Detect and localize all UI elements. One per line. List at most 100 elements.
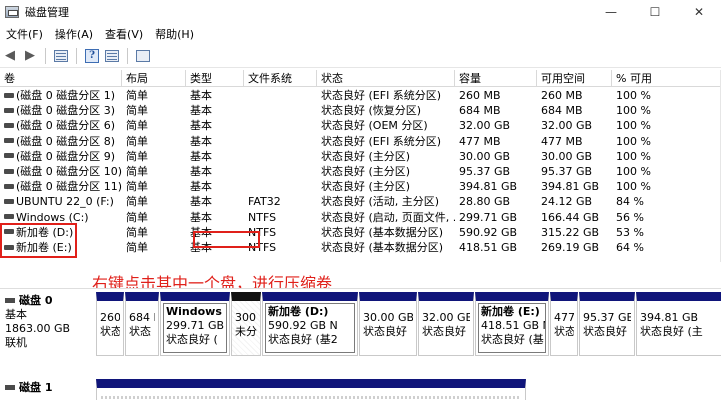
cell-layout: 简单 xyxy=(126,195,148,209)
menu-action[interactable]: 操作(A) xyxy=(49,26,99,42)
menu-help[interactable]: 帮助(H) xyxy=(149,26,200,42)
cell-filesystem xyxy=(244,164,317,179)
volume-drive-icon xyxy=(4,168,14,174)
disk-map-area: 磁盘 0 基本 1863.00 GB 联机 260 状态 684 I 状态 Window… xyxy=(0,288,721,400)
help-button[interactable]: ? xyxy=(82,47,102,65)
cell-volume-name: (磁盘 0 磁盘分区 10) xyxy=(0,164,122,179)
volume-name-text: (磁盘 0 磁盘分区 10) xyxy=(16,165,122,178)
back-arrow-icon: ◀ xyxy=(5,48,15,63)
volume-name-text: Windows (C:) xyxy=(16,210,89,224)
disk0-partition[interactable]: Windows（299.71 GB N状态良好 ( xyxy=(160,292,230,356)
disk0-partition[interactable]: 260 状态 xyxy=(96,292,124,356)
partition-content: 394.81 GB 状态良好 (主 xyxy=(640,305,721,352)
volume-row[interactable]: (磁盘 0 磁盘分区 10) 简单 基本 状态良好 (主分区) 95.37 GB 95.3… xyxy=(0,164,721,179)
disk0-label[interactable]: 磁盘 0 基本 1863.00 GB 联机 xyxy=(5,294,93,350)
partition-content: Windows（299.71 GB N状态良好 ( xyxy=(163,303,227,353)
disk0-partition[interactable]: 477 状态 xyxy=(550,292,578,356)
cell-volume-name: (磁盘 0 磁盘分区 3) xyxy=(0,103,122,118)
volume-name-text: (磁盘 0 磁盘分区 1) xyxy=(16,89,116,102)
column-type[interactable]: 类型 xyxy=(186,70,244,87)
forward-button[interactable]: ▶ xyxy=(20,47,40,65)
disk0-partition[interactable]: 394.81 GB 状态良好 (主 xyxy=(636,292,721,356)
settings-button[interactable] xyxy=(133,47,153,65)
cell-layout: 简单 xyxy=(126,149,148,163)
disk0-partition[interactable]: 684 I 状态 xyxy=(125,292,159,356)
cell-status: 状态良好 (EFI 系统分区) xyxy=(321,134,442,148)
cell-filesystem xyxy=(244,179,317,194)
cell-volume-name: (磁盘 0 磁盘分区 1) xyxy=(0,88,122,103)
cell-type: 基本 xyxy=(190,210,212,224)
column-free-space[interactable]: 可用空间 xyxy=(537,70,612,87)
volume-row[interactable]: (磁盘 0 磁盘分区 9) 简单 基本 状态良好 (主分区) 30.00 GB 30.00… xyxy=(0,149,721,164)
cell-volume-name: (磁盘 0 磁盘分区 6) xyxy=(0,118,122,133)
cell-filesystem xyxy=(244,118,317,133)
partition-size: 95.37 GB xyxy=(583,311,631,324)
volume-name-text: UBUNTU 22_0 (F:) xyxy=(16,195,114,209)
minimize-button[interactable]: — xyxy=(589,0,633,24)
cell-capacity: 30.00 GB xyxy=(459,149,511,163)
volume-row[interactable]: 新加卷 (D:) 简单 基本 NTFS 状态良好 (基本数据分区) 590.92 GB 31… xyxy=(0,225,721,240)
cell-layout: 简单 xyxy=(126,210,148,224)
column-percent-free[interactable]: % 可用 xyxy=(612,70,721,87)
menu-view[interactable]: 查看(V) xyxy=(99,26,149,42)
disk1-label[interactable]: 磁盘 1 xyxy=(5,381,93,395)
partition-size: 300 xyxy=(235,311,256,324)
volume-row[interactable]: Windows (C:) 简单 基本 NTFS 状态良好 (启动, 页面文件, ... 2… xyxy=(0,210,721,225)
volume-row[interactable]: (磁盘 0 磁盘分区 11) 简单 基本 状态良好 (主分区) 394.81 GB 394… xyxy=(0,179,721,194)
cell-status: 状态良好 (启动, 页面文件, ... xyxy=(321,210,455,224)
cell-free-space: 269.19 GB xyxy=(541,241,600,254)
disk0-name: 磁盘 0 xyxy=(19,294,53,307)
disk0-partition[interactable]: 300 未分 xyxy=(231,292,261,356)
volume-drive-icon xyxy=(4,138,14,144)
back-button[interactable]: ◀ xyxy=(0,47,20,65)
cell-percent-free: 64 % xyxy=(616,241,644,254)
disk0-partition[interactable]: 30.00 GB 状态良好 xyxy=(359,292,417,356)
cell-type: 基本 xyxy=(190,180,212,194)
disk-icon xyxy=(5,384,15,390)
partition-status: 状态良好 ( xyxy=(166,333,218,346)
cell-free-space: 260 MB xyxy=(541,89,583,102)
column-filesystem[interactable]: 文件系统 xyxy=(244,70,317,87)
column-volume[interactable]: 卷 xyxy=(0,70,122,87)
cell-volume-name: UBUNTU 22_0 (F:) xyxy=(0,194,122,209)
window-controls: — ☐ ✕ xyxy=(589,0,721,24)
column-layout[interactable]: 布局 xyxy=(122,70,186,87)
maximize-button[interactable]: ☐ xyxy=(633,0,677,24)
column-capacity[interactable]: 容量 xyxy=(455,70,537,87)
partition-status: 状态 xyxy=(554,325,574,338)
cell-filesystem xyxy=(244,134,317,149)
partition-size: 477 xyxy=(554,311,574,324)
volume-row[interactable]: (磁盘 0 磁盘分区 3) 简单 基本 状态良好 (恢复分区) 684 MB 684 MB… xyxy=(0,103,721,118)
volume-row[interactable]: (磁盘 0 磁盘分区 1) 简单 基本 状态良好 (EFI 系统分区) 260 MB 26… xyxy=(0,88,721,103)
disk-view-button[interactable] xyxy=(102,47,122,65)
cell-free-space: 315.22 GB xyxy=(541,225,600,239)
partition-status: 状态良好 xyxy=(583,325,627,338)
cell-capacity: 477 MB xyxy=(459,134,501,148)
cell-type: 基本 xyxy=(190,149,212,163)
partition-status: 未分 xyxy=(235,325,257,338)
cell-percent-free: 100 % xyxy=(616,89,651,102)
properties-button[interactable] xyxy=(51,47,71,65)
volume-row[interactable]: 新加卷 (E:) 简单 基本 NTFS 状态良好 (基本数据分区) 418.51 GB 26… xyxy=(0,240,721,255)
cell-capacity: 394.81 GB xyxy=(459,180,518,194)
close-button[interactable]: ✕ xyxy=(677,0,721,24)
cell-filesystem: NTFS xyxy=(248,210,277,224)
partition-status: 状态良好 (基 xyxy=(481,333,544,346)
menu-file[interactable]: 文件(F) xyxy=(0,26,49,42)
disk0-partition[interactable]: 32.00 GB 状态良好 ( xyxy=(418,292,474,356)
column-status[interactable]: 状态 xyxy=(317,70,455,87)
partition-status: 状态良好 ( xyxy=(422,325,470,338)
partition-status: 状态良好 (主 xyxy=(640,325,703,338)
disk1-partition-map[interactable] xyxy=(96,379,526,400)
cell-percent-free: 84 % xyxy=(616,195,644,209)
cell-status: 状态良好 (主分区) xyxy=(321,180,411,194)
volume-row[interactable]: (磁盘 0 磁盘分区 6) 简单 基本 状态良好 (OEM 分区) 32.00 GB 32… xyxy=(0,118,721,133)
volume-list-header: 卷 布局 类型 文件系统 状态 容量 可用空间 % 可用 xyxy=(0,70,721,87)
disk0-partition[interactable]: 新加卷 (E:) 418.51 GB N 状态良好 (基 xyxy=(475,292,549,356)
disk0-partition[interactable]: 新加卷 (D:) 590.92 GB N 状态良好 (基2 xyxy=(262,292,358,356)
disk-management-icon xyxy=(5,6,19,18)
disk0-partition[interactable]: 95.37 GB 状态良好 xyxy=(579,292,635,356)
volume-row[interactable]: UBUNTU 22_0 (F:) 简单 基本 FAT32 状态良好 (活动, 主分区) 2… xyxy=(0,194,721,209)
volume-row[interactable]: (磁盘 0 磁盘分区 8) 简单 基本 状态良好 (EFI 系统分区) 477 MB 47… xyxy=(0,134,721,149)
cell-free-space: 394.81 GB xyxy=(541,180,600,194)
